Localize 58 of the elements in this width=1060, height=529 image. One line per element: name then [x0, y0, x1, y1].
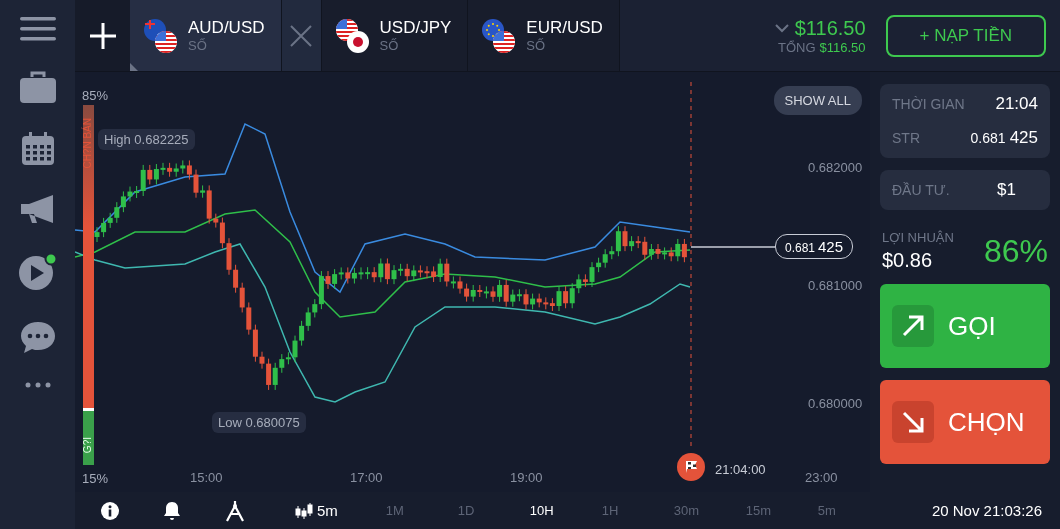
bell-icon[interactable]	[163, 500, 181, 521]
currency-tab[interactable]: EUR/USD SỐ	[468, 0, 620, 71]
add-tab-button[interactable]	[75, 0, 130, 71]
time-label: THỜI GIAN	[892, 96, 965, 112]
expiry-time-label: 21:04:00	[715, 462, 766, 477]
time-value: 21:04	[995, 94, 1038, 114]
price-axis-label: 0.682000	[808, 160, 863, 175]
play-icon[interactable]	[17, 252, 58, 292]
price-axis-label: 0.680000	[808, 396, 863, 411]
currency-tab[interactable]: USD/JPY SỐ	[321, 0, 469, 71]
sentiment-top-percent: 85%	[82, 88, 109, 103]
compass-drawing-icon[interactable]	[225, 499, 245, 522]
sentiment-bottom-percent: 15%	[82, 471, 109, 486]
time-axis-label: 15:00	[190, 470, 223, 485]
profit-value: $0.86	[882, 249, 934, 272]
megaphone-icon[interactable]	[19, 194, 56, 224]
current-price-badge: 0.681 425	[775, 234, 854, 259]
finish-flag-icon	[677, 453, 705, 481]
currency-tab[interactable]: AUD/USD SỐ	[130, 0, 282, 71]
investment-card[interactable]: ĐẦU TƯ. $1	[880, 170, 1050, 210]
period-option[interactable]: 10H	[529, 503, 602, 518]
chevron-down-icon[interactable]	[774, 23, 789, 33]
more-icon[interactable]	[24, 382, 51, 388]
low-label: Low 0.680075	[212, 412, 306, 433]
buy-label: G?I	[82, 437, 93, 454]
total-label: TỔNG	[777, 39, 816, 55]
time-axis-label: 19:00	[510, 470, 543, 485]
briefcase-icon[interactable]	[18, 70, 57, 104]
chart-type-button[interactable]: 5m	[289, 500, 344, 521]
deposit-button[interactable]: + NẠP TIỀN	[885, 14, 1046, 57]
profit-label: LỢI NHUẬN	[882, 230, 955, 245]
sell-label: CH?N BÁN	[82, 118, 93, 169]
strike-label: STR	[892, 130, 920, 146]
show-all-button[interactable]: SHOW ALL	[773, 86, 862, 115]
strike-value: 0.681	[970, 130, 1006, 146]
expiry-card[interactable]: THỜI GIAN 21:04 STR 0.681 425	[880, 84, 1050, 158]
close-tab-button[interactable]	[281, 0, 322, 71]
price-axis-label: 0.681000	[808, 278, 863, 293]
arrow-down-right-icon	[901, 410, 925, 434]
info-icon[interactable]	[101, 501, 119, 520]
balance-amount: $116.50	[794, 16, 866, 40]
chat-icon[interactable]	[19, 320, 56, 354]
investment-label: ĐẦU TƯ.	[892, 182, 950, 198]
close-icon	[290, 24, 312, 47]
high-label: High 0.682225	[98, 129, 195, 150]
calendar-icon[interactable]	[20, 132, 55, 166]
candlestick-icon	[295, 501, 313, 520]
time-axis-label: 17:00	[350, 470, 383, 485]
plus-icon	[88, 21, 117, 50]
menu-icon[interactable]	[19, 16, 56, 42]
total-value: $116.50	[819, 39, 866, 55]
arrow-up-right-icon	[901, 314, 925, 338]
strike-value-tail: 425	[1009, 128, 1038, 148]
profit-percent: 86%	[983, 232, 1048, 270]
investment-value: $1	[997, 180, 1016, 200]
put-button[interactable]: CHỌN	[880, 380, 1050, 464]
date-time: 20 Nov 21:03:26	[931, 502, 1042, 519]
time-axis-label: 23:00	[805, 470, 838, 485]
